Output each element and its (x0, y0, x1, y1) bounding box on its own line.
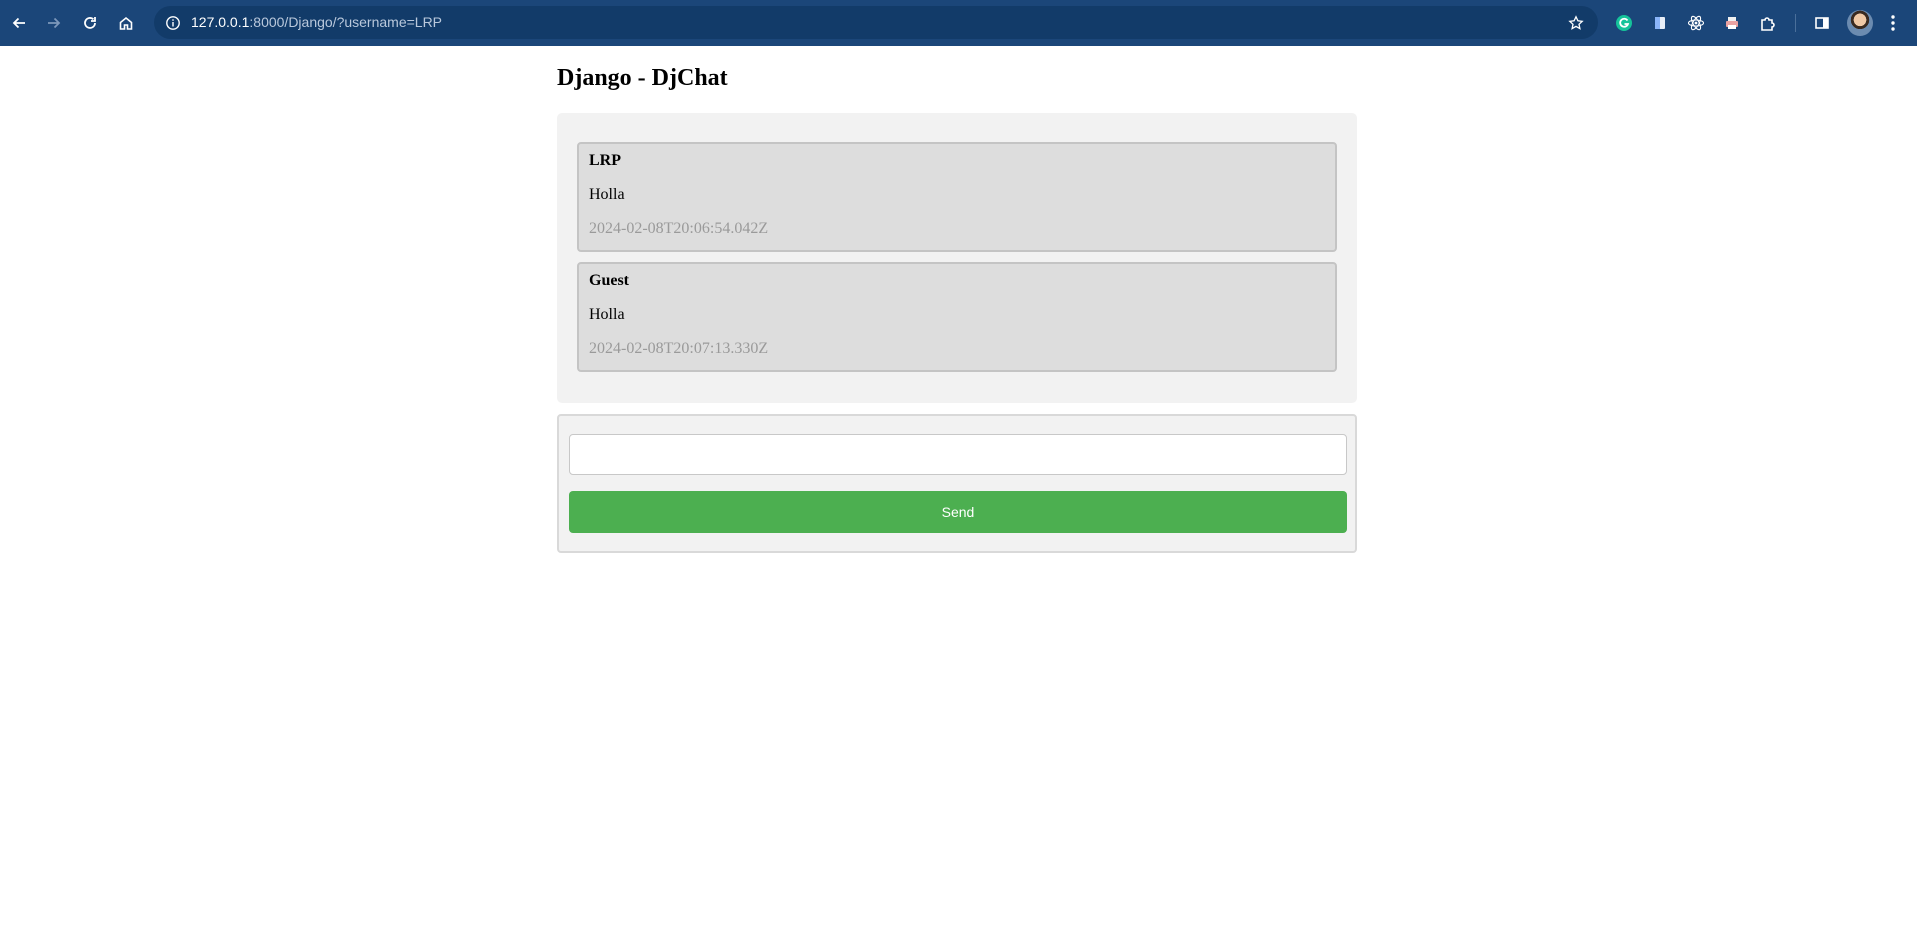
toolbar-divider (1795, 14, 1796, 32)
message-username: Guest (589, 272, 629, 289)
url-path: :8000/Django/?username=LRP (249, 14, 443, 30)
home-icon[interactable] (113, 10, 139, 36)
menu-kebab-icon[interactable] (1882, 12, 1904, 34)
message-text: Holla (589, 306, 625, 323)
browser-toolbar: 127.0.0.1:8000/Django/?username=LRP (0, 0, 1917, 46)
url-host: 127.0.0.1 (191, 14, 250, 30)
address-url[interactable]: 127.0.0.1:8000/Django/?username=LRP (191, 14, 442, 30)
message-input[interactable] (569, 434, 1347, 475)
chat-message: Guest Holla 2024-02-08T20:07:13.330Z (577, 262, 1337, 372)
profile-avatar[interactable] (1847, 10, 1873, 36)
chat-messages-container: LRP Holla 2024-02-08T20:06:54.042Z Guest… (557, 113, 1357, 403)
grammarly-icon[interactable] (1613, 12, 1635, 34)
print-extension-icon[interactable] (1721, 12, 1743, 34)
page-title: Django - DjChat (557, 65, 728, 91)
docs-extension-icon[interactable] (1649, 12, 1671, 34)
send-button[interactable]: Send (569, 491, 1347, 533)
message-timestamp: 2024-02-08T20:07:13.330Z (589, 340, 769, 357)
bookmark-star-icon[interactable] (1566, 13, 1586, 33)
react-devtools-icon[interactable] (1685, 12, 1707, 34)
message-text: Holla (589, 186, 625, 203)
reload-icon[interactable] (77, 10, 103, 36)
message-form: Send (557, 414, 1357, 553)
forward-icon[interactable] (41, 10, 67, 36)
site-info-icon[interactable] (163, 13, 183, 33)
message-username: LRP (589, 152, 621, 169)
chat-message: LRP Holla 2024-02-08T20:06:54.042Z (577, 142, 1337, 252)
back-icon[interactable] (6, 10, 32, 36)
extensions-puzzle-icon[interactable] (1757, 12, 1779, 34)
message-timestamp: 2024-02-08T20:06:54.042Z (589, 220, 769, 237)
address-bar[interactable]: 127.0.0.1:8000/Django/?username=LRP (154, 6, 1598, 39)
side-panel-icon[interactable] (1811, 12, 1833, 34)
